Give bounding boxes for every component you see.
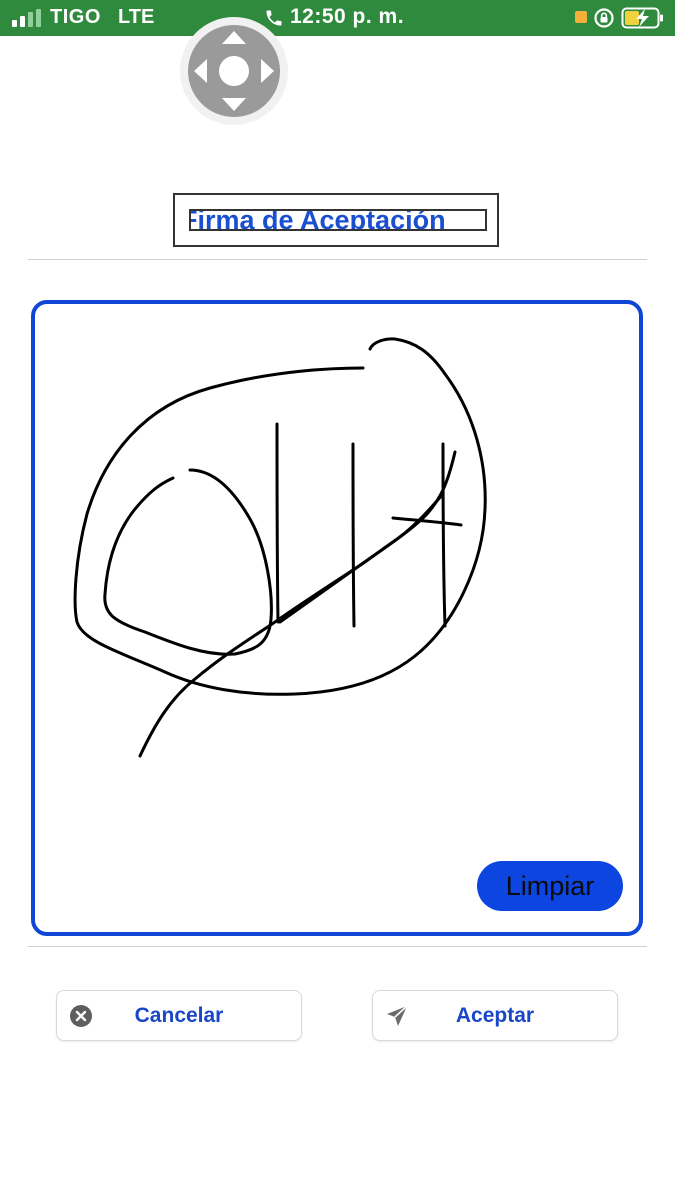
dpad-icon [188, 25, 280, 117]
notification-dot [575, 11, 587, 23]
network-label: LTE [118, 6, 155, 28]
clear-signature-button[interactable]: Limpiar [477, 861, 623, 911]
page-title-frame: Firma de Aceptación [173, 193, 499, 247]
bottom-divider [28, 946, 647, 947]
signature-strokes [73, 337, 487, 758]
rotation-lock-icon [594, 8, 614, 28]
accept-button[interactable]: Aceptar [372, 990, 618, 1041]
page-title-field: Firma de Aceptación [189, 209, 487, 231]
cancel-button-label: Cancelar [134, 1004, 224, 1027]
page-title: Firma de Aceptación [189, 209, 446, 231]
status-bar: TIGO LTE 12:50 p. m. [0, 0, 675, 36]
cancel-button[interactable]: Cancelar [56, 990, 302, 1041]
status-time: 12:50 p. m. [290, 5, 405, 28]
accept-button-label: Aceptar [455, 1004, 535, 1027]
carrier-label: TIGO [50, 6, 101, 28]
top-divider [28, 259, 647, 260]
battery-charging-icon [621, 7, 663, 29]
assistive-touch-button[interactable] [180, 17, 288, 125]
signature-pad[interactable]: Limpiar [31, 300, 643, 936]
signal-icon [12, 9, 41, 27]
